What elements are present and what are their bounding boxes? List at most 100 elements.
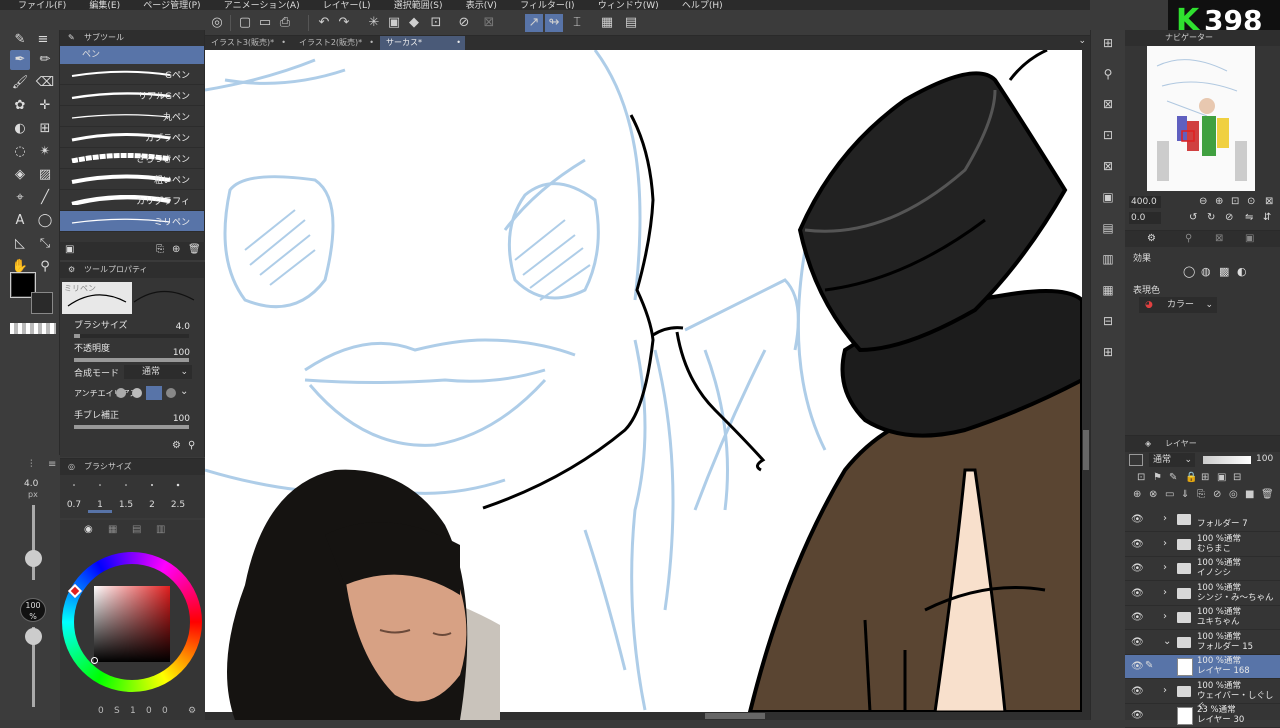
zoom-field[interactable]: 400.0: [1129, 196, 1161, 208]
action-tab-icon[interactable]: ▣: [1245, 233, 1254, 244]
subtool-group-tab[interactable]: ペン: [60, 46, 204, 64]
fill-tool-icon[interactable]: ◈: [10, 165, 30, 185]
menu-filter[interactable]: フィルター(I): [520, 2, 575, 11]
lock-icon[interactable]: 🔒: [1185, 472, 1197, 483]
antialias-options[interactable]: ⌄: [116, 386, 192, 400]
close-icon[interactable]: •: [369, 36, 374, 50]
brush-size-preset-dot[interactable]: [99, 484, 101, 486]
transparent-color-swatch[interactable]: [10, 323, 56, 334]
expression-color-select[interactable]: ◕ カラー ⌄: [1139, 297, 1217, 313]
correct-line-tool-icon[interactable]: ⤡: [35, 234, 55, 254]
menu-view[interactable]: 表示(V): [466, 2, 497, 11]
clip-studio-icon[interactable]: ◎: [208, 14, 226, 32]
color-wheel-tab-icon[interactable]: ◉: [84, 524, 93, 535]
layer-row[interactable]: 👁 › 100 %通常 むらまこ: [1125, 533, 1280, 557]
pencil-tool-icon[interactable]: ✏: [35, 50, 55, 70]
rotate-left-icon[interactable]: ↺: [1189, 212, 1197, 223]
subtool-settings-icon[interactable]: ▣: [65, 244, 74, 255]
flip-icon[interactable]: ⊠: [1265, 196, 1273, 207]
sub-color-swatch[interactable]: [31, 292, 53, 314]
chevron-down-icon[interactable]: ⌄: [1163, 636, 1171, 647]
subtool-delete-icon[interactable]: 🗑: [188, 244, 201, 255]
material-icon[interactable]: ⊞: [1099, 34, 1117, 52]
mask-icon[interactable]: ▣: [1217, 472, 1226, 483]
stabilize-slider[interactable]: [74, 425, 189, 429]
line-tool-icon[interactable]: ╱: [35, 188, 55, 208]
draft-icon[interactable]: ✎: [1169, 472, 1177, 483]
menu-help[interactable]: ヘルプ(H): [682, 2, 723, 11]
zoom-out-icon[interactable]: ⊖: [1199, 196, 1207, 207]
new-raster-icon[interactable]: ⊕: [1133, 489, 1141, 500]
eye-icon[interactable]: 👁: [1131, 710, 1144, 721]
brush-tool-icon[interactable]: 🖌: [10, 73, 30, 93]
menu-edit[interactable]: 編集(E): [89, 2, 120, 11]
color-history-icon[interactable]: ▥: [1099, 250, 1117, 268]
color-picker-handle[interactable]: [91, 657, 98, 664]
fill-icon[interactable]: ◆: [405, 14, 423, 32]
show-grid-icon[interactable]: ▤: [622, 14, 640, 32]
gradient-tool-icon[interactable]: ▨: [35, 165, 55, 185]
brush-size-presets[interactable]: 0.7 1 1.5 2 2.5: [60, 477, 205, 513]
brush-size-preset-label[interactable]: 1: [97, 500, 103, 510]
brush-item[interactable]: Gペン: [60, 64, 204, 85]
frame-tool-icon[interactable]: ⊞: [35, 119, 55, 139]
link-icon[interactable]: ⊘: [1213, 489, 1221, 500]
eye-icon[interactable]: 👁: [1131, 686, 1144, 697]
tab-menu-icon[interactable]: ⌄: [1078, 36, 1086, 46]
eye-icon[interactable]: 👁: [1131, 539, 1144, 550]
menu-file[interactable]: ファイル(F): [18, 2, 66, 11]
clear-icon[interactable]: ▣: [385, 14, 403, 32]
balloon-tool-icon[interactable]: ◯: [35, 211, 55, 231]
rotate-field[interactable]: 0.0: [1129, 212, 1161, 224]
navigator-thumbnail[interactable]: [1147, 46, 1255, 191]
flip-vertical-icon[interactable]: ⇵: [1263, 212, 1271, 223]
menu-selection[interactable]: 選択範囲(S): [394, 2, 443, 11]
tab-document-2[interactable]: イラスト2(販売)* •: [293, 36, 378, 50]
reference-icon[interactable]: ⚑: [1153, 472, 1162, 483]
brush-size-preset-dot[interactable]: [176, 483, 180, 487]
brush-size-preset-dot[interactable]: [73, 484, 75, 486]
brush-size-knob[interactable]: [25, 550, 42, 567]
zoom-in-icon[interactable]: ⊕: [1215, 196, 1223, 207]
color-slider-tab-icon[interactable]: ▤: [132, 524, 141, 535]
clip-icon[interactable]: ⊡: [1137, 472, 1145, 483]
menu-animation[interactable]: アニメーション(A): [224, 2, 300, 11]
snap-ruler-icon[interactable]: ↗: [525, 14, 543, 32]
opacity-knob[interactable]: [25, 628, 42, 645]
chevron-right-icon[interactable]: ›: [1163, 513, 1167, 524]
actual-size-icon[interactable]: ⊙: [1247, 196, 1255, 207]
eraser-tool-icon[interactable]: ⌫: [35, 73, 55, 93]
snap-special-icon[interactable]: ↬: [545, 14, 563, 32]
transform-icon[interactable]: ⊡: [427, 14, 445, 32]
layer-prop-tab-icon[interactable]: ⚙: [1147, 233, 1156, 244]
brush-size-preset-label[interactable]: 2.5: [171, 500, 185, 510]
history-tab-icon[interactable]: ▥: [156, 524, 165, 535]
chevron-right-icon[interactable]: ›: [1163, 538, 1167, 549]
pattern-effect-icon[interactable]: ▩: [1219, 265, 1229, 278]
new-file-icon[interactable]: ▢: [236, 14, 254, 32]
saturation-value-square[interactable]: [94, 586, 170, 662]
layer-row[interactable]: 👁 23 %通常 レイヤー 30: [1125, 704, 1280, 728]
pen-tool-icon[interactable]: ✒: [10, 50, 30, 70]
eye-icon[interactable]: 👁: [1131, 637, 1144, 648]
history-tab-icon[interactable]: ⊠: [1215, 233, 1223, 244]
layer-property-icon[interactable]: ⊠: [1099, 95, 1117, 113]
mask-add-icon[interactable]: ◎: [1229, 489, 1238, 500]
ruler-tool-icon[interactable]: ◺: [10, 234, 30, 254]
animation-cel-icon[interactable]: ⊞: [1099, 343, 1117, 361]
layer-blend-select[interactable]: 通常 ⌄: [1149, 453, 1195, 467]
timeline-icon[interactable]: ⊟: [1099, 312, 1117, 330]
new-vector-icon[interactable]: ⊗: [1149, 489, 1157, 500]
menu-layer[interactable]: レイヤー(L): [323, 2, 371, 11]
auto-action-icon[interactable]: ⊠: [1099, 157, 1117, 175]
deselect-icon[interactable]: ⊘: [455, 14, 473, 32]
merge-icon[interactable]: ⇓: [1181, 489, 1189, 500]
save-icon[interactable]: ⎙: [276, 14, 294, 32]
eye-icon[interactable]: 👁: [1131, 661, 1144, 672]
apply-mask-icon[interactable]: ■: [1245, 489, 1254, 500]
brush-size-preset-label[interactable]: 1.5: [119, 500, 133, 510]
brush-size-preset-label[interactable]: 0.7: [67, 500, 81, 510]
layer-color-chip[interactable]: [1129, 454, 1143, 466]
brush-item[interactable]: さらつきペン: [60, 148, 204, 169]
sub-view-icon[interactable]: ▤: [1099, 219, 1117, 237]
